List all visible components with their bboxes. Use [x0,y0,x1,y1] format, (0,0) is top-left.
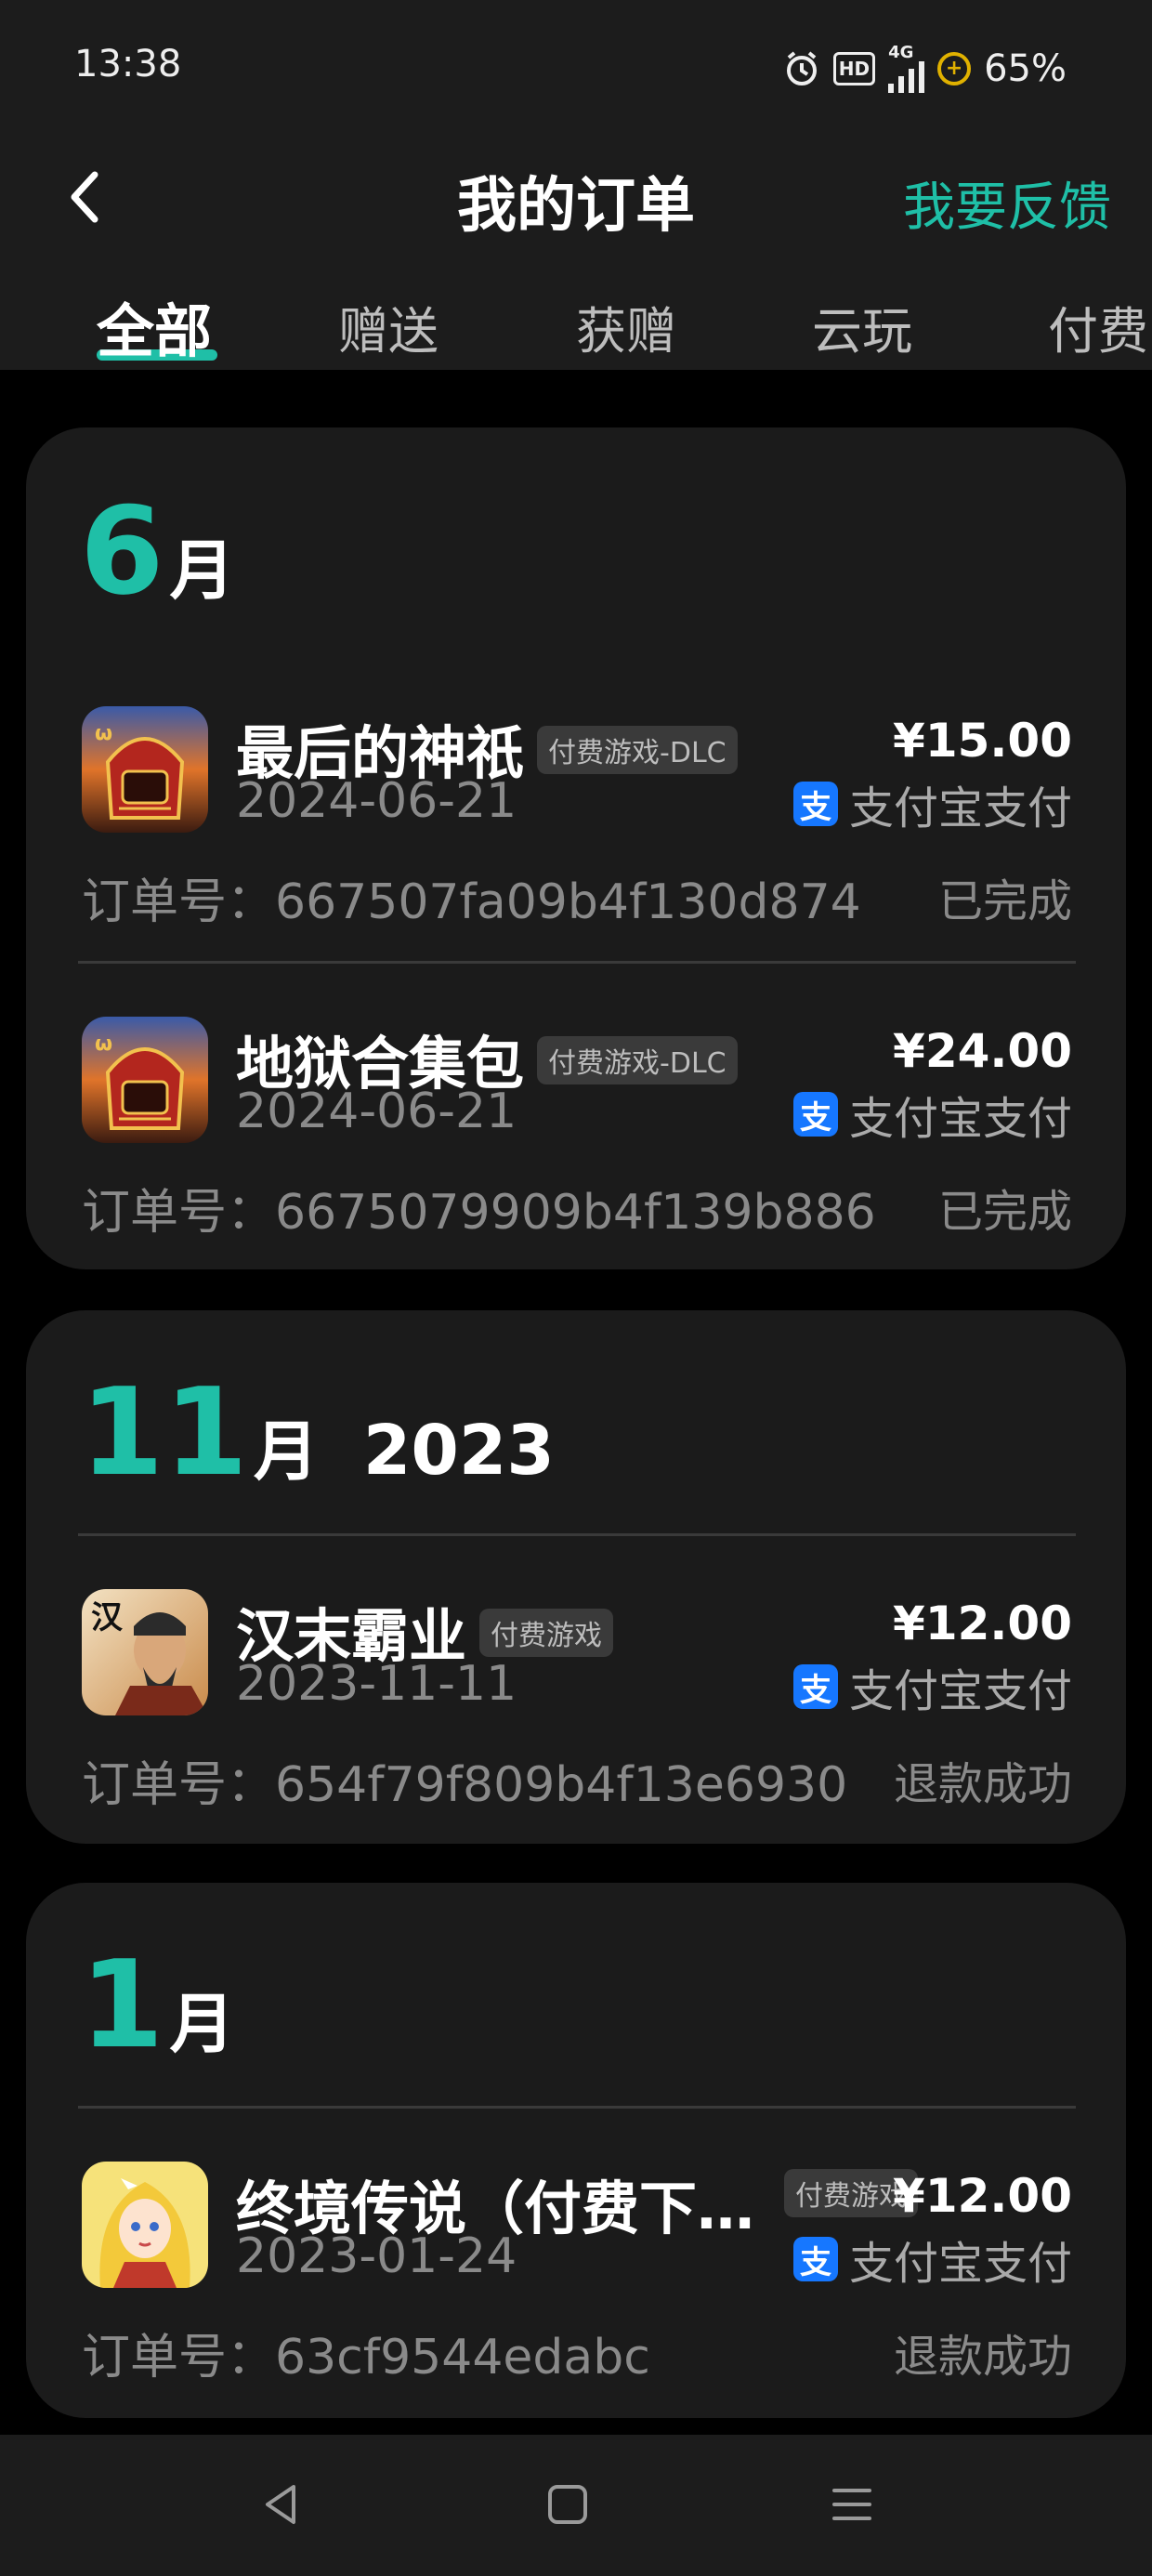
order-price: ¥15.00 [893,714,1072,768]
alipay-icon: 支 [792,2237,838,2281]
divider [78,961,1076,964]
tab-gift-received[interactable]: 获赠 [576,290,676,363]
anime-girl-icon [82,2162,208,2288]
order-date: 2024-06-21 [236,773,517,829]
order-date: 2023-11-11 [236,1656,517,1712]
order-number: 订单号：63cf9544edabc [82,2318,650,2387]
square-home-icon [548,2485,587,2524]
month-number: 1 [80,1934,164,2075]
order-item[interactable]: ω 地狱合集包 付费游戏-DLC 2024-06-21 ¥24.00 支 支付宝支… [26,1017,1126,1258]
tab-bar: 全部 赠送 获赠 云玩 付费 [0,279,1152,370]
payment-method: 支 支付宝支付 [792,1082,1072,1147]
order-number: 订单号：6675079909b4f139b886 [82,1173,876,1242]
battery-level: 65% [984,47,1067,90]
order-number-value: 63cf9544edabc [275,2330,650,2385]
order-item[interactable]: 汉 汉末霸业 付费游戏 2023-11-11 ¥12.00 支 支付宝支付 订单号… [26,1589,1126,1831]
order-number-label: 订单号： [82,1185,276,1241]
tab-gift-sent[interactable]: 赠送 [338,290,439,363]
signal-icon: 4G [888,43,925,93]
menu-icon [832,2489,871,2520]
month-group-card: 1 月 终境传说（付费下… 付费游戏 2023-01-24 ¥12.00 支 支… [26,1883,1126,2418]
year-label: 2023 [362,1411,555,1491]
icon-character: 汉 [91,1599,124,1636]
tab-all[interactable]: 全部 [97,284,212,368]
order-item[interactable]: ω 最后的神祇 付费游戏-DLC 2024-06-21 ¥15.00 支 支付宝支… [26,706,1126,948]
status-icons: HD 4G + 65% [783,41,1067,97]
product-type-badge: 付费游戏-DLC [537,1035,738,1084]
order-price: ¥12.00 [893,2169,1072,2223]
system-nav-bar [0,2435,1152,2576]
network-type: 4G [888,43,914,62]
order-price: ¥12.00 [893,1597,1072,1650]
month-unit: 月 [169,532,235,609]
month-header: 11 月 2023 [80,1372,555,1493]
status-time: 13:38 [74,43,182,85]
alipay-icon: 支 [792,1664,838,1709]
payment-label: 支付宝支付 [848,1093,1072,1145]
knight-helmet-icon: ω [82,706,208,833]
month-number: 11 [80,1361,248,1503]
month-header: 1 月 [80,1944,234,2066]
month-group-card: 6 月 ω 最后的神祇 付费游戏-DLC 2024-06-21 ¥15.00 支 … [26,427,1126,1269]
order-number: 订单号：667507fa09b4f130d874 [82,862,861,932]
status-bar: 13:38 HD 4G + 65% [0,0,1152,139]
order-number-value: 6675079909b4f139b886 [275,1185,876,1241]
alarm-icon [783,50,820,87]
triangle-back-icon [266,2485,295,2524]
order-number-label: 订单号： [82,1757,276,1813]
nav-home-button[interactable] [535,2472,600,2537]
knight-helmet-icon: ω [82,1017,208,1143]
tab-cloud-play[interactable]: 云玩 [812,290,912,363]
month-number: 6 [80,480,164,622]
month-unit: 月 [169,1986,235,2062]
tab-paid[interactable]: 付费 [1048,290,1148,363]
product-type-badge: 付费游戏 [479,1608,614,1657]
payment-label: 支付宝支付 [848,1665,1072,1717]
payment-label: 支付宝支付 [848,782,1072,835]
svg-text:ω: ω [95,722,112,745]
hd-icon: HD [832,52,876,85]
nav-menu-button[interactable] [819,2472,884,2537]
signal-bars [888,61,925,93]
order-number-value: 654f79f809b4f13e6930 [275,1757,848,1813]
order-item[interactable]: 终境传说（付费下… 付费游戏 2023-01-24 ¥12.00 支 支付宝支付… [26,2162,1126,2403]
divider [78,2106,1076,2109]
order-number: 订单号：654f79f809b4f13e6930 [82,1745,847,1815]
svg-text:ω: ω [95,1032,112,1056]
payment-label: 支付宝支付 [848,2238,1072,2290]
month-header: 6 月 [80,491,234,612]
alipay-icon: 支 [792,1092,838,1137]
divider [78,1533,1076,1536]
order-status: 退款成功 [893,1758,1072,1810]
month-unit: 月 [253,1413,319,1490]
order-number-label: 订单号： [82,874,276,930]
order-date: 2024-06-21 [236,1084,517,1139]
nav-back-button[interactable] [249,2472,314,2537]
battery-saver-icon: + [937,52,972,85]
payment-method: 支 支付宝支付 [792,1654,1072,1719]
order-number-label: 订单号： [82,2330,276,2385]
month-group-card: 11 月 2023 汉 汉末霸业 付费游戏 2023-11-11 ¥12.00 支… [26,1310,1126,1844]
order-date: 2023-01-24 [236,2228,517,2284]
alipay-icon: 支 [792,782,838,826]
order-status: 已完成 [937,1186,1072,1238]
product-type-badge: 付费游戏-DLC [537,725,738,774]
payment-method: 支 支付宝支付 [792,771,1072,836]
order-number-value: 667507fa09b4f130d874 [275,874,861,930]
warlord-portrait-icon: 汉 [82,1589,208,1715]
feedback-button[interactable]: 我要反馈 [903,165,1111,241]
order-price: ¥24.00 [893,1024,1072,1078]
order-status: 已完成 [937,875,1072,927]
order-status: 退款成功 [893,2331,1072,2383]
payment-method: 支 支付宝支付 [792,2227,1072,2292]
app-header: 我的订单 我要反馈 [0,139,1152,260]
